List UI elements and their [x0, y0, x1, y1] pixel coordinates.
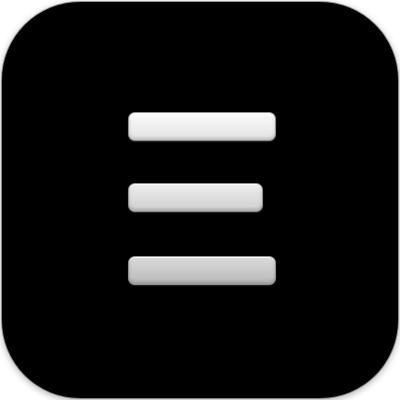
hamburger-menu-icon[interactable] — [2, 2, 398, 398]
menu-line-middle — [128, 183, 263, 212]
menu-line-top — [128, 112, 276, 141]
menu-line-bottom — [128, 256, 276, 285]
app-icon-canvas — [0, 0, 400, 400]
